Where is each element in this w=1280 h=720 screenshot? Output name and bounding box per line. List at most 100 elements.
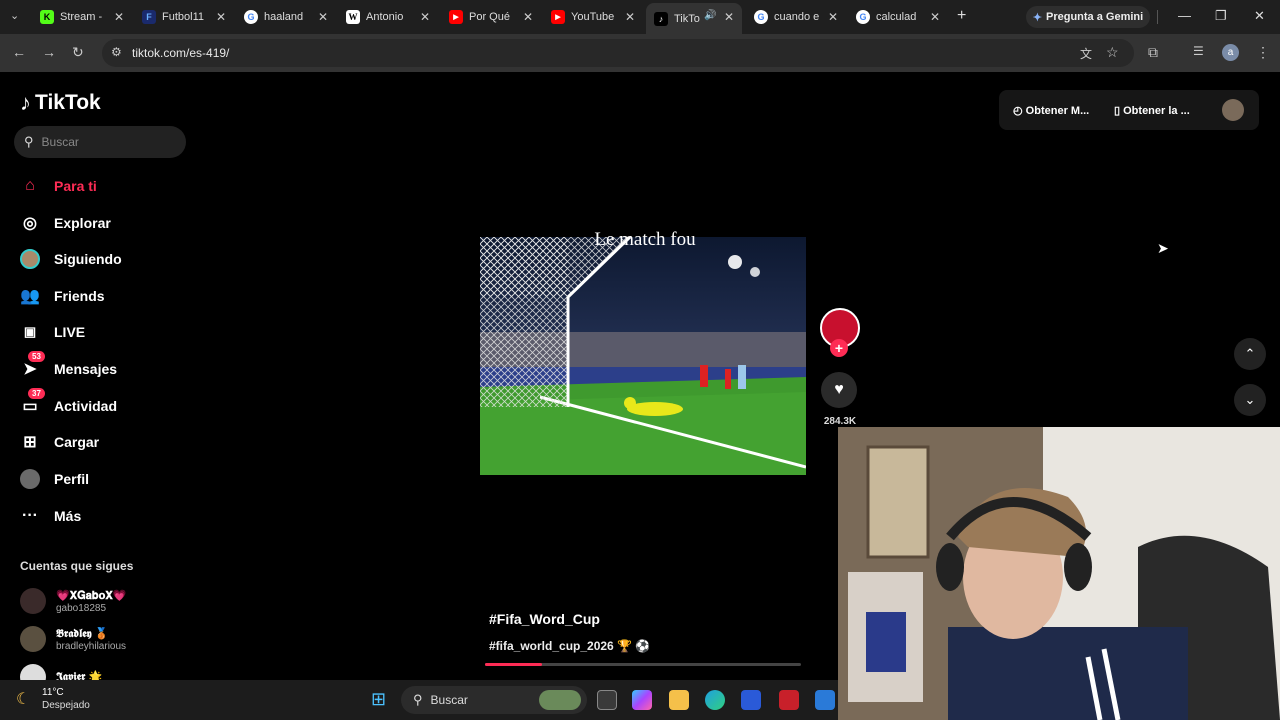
close-icon[interactable]: ✕ xyxy=(930,10,940,24)
taskbar-search[interactable]: ⚲ Buscar xyxy=(401,686,587,714)
account-handle: bradleyhilarious xyxy=(56,640,127,652)
tab-label: Futbol11 xyxy=(162,11,204,23)
video-progress-bar[interactable] xyxy=(485,663,801,666)
avatar xyxy=(20,626,46,652)
nav-item-mensajes[interactable]: ➤ 53 Mensajes xyxy=(20,351,117,379)
phone-icon: ▯ xyxy=(1114,105,1121,117)
tab-list-chevron-icon[interactable]: ⌄ xyxy=(10,9,19,22)
translate-icon[interactable]: 文 xyxy=(1080,45,1092,62)
new-tab-plus-icon[interactable]: + xyxy=(957,7,966,25)
nav-item-para-ti[interactable]: ⌂ Para ti xyxy=(20,176,97,196)
edge-icon[interactable] xyxy=(705,690,725,710)
close-icon[interactable]: ✕ xyxy=(724,10,734,24)
get-coins-button[interactable]: ◴ Obtener M... xyxy=(1013,104,1089,117)
follow-plus-icon[interactable]: + xyxy=(830,339,848,357)
tab-label: Antonio xyxy=(366,11,404,23)
close-icon[interactable]: ✕ xyxy=(523,10,533,24)
url-text[interactable]: tiktok.com/es-419/ xyxy=(132,46,229,60)
nav-item-actividad[interactable]: ▭ 37 Actividad xyxy=(20,388,117,416)
media-control-icon[interactable]: ☰ xyxy=(1193,44,1204,58)
like-heart-icon[interactable]: ♥ xyxy=(821,372,857,408)
video-player[interactable] xyxy=(480,237,806,475)
minimize-icon[interactable]: — xyxy=(1178,8,1191,23)
coin-icon: ◴ xyxy=(1013,105,1023,117)
user-avatar[interactable] xyxy=(1222,99,1244,121)
video-title[interactable]: #Fifa_Word_Cup xyxy=(489,611,600,627)
nav-item-friends[interactable]: 👥 Friends xyxy=(20,286,105,306)
nav-item-perfil[interactable]: Perfil xyxy=(20,469,89,489)
nav-item-explorar[interactable]: ◎ Explorar xyxy=(20,213,111,233)
gemini-button[interactable]: ✦ Pregunta a Gemini xyxy=(1026,6,1150,28)
live-icon: ▣ xyxy=(23,324,37,339)
chevron-down-icon[interactable]: ⌄ xyxy=(1234,384,1266,416)
mail-icon[interactable] xyxy=(815,690,835,710)
browser-profile-avatar[interactable]: a xyxy=(1222,44,1239,61)
search-icon: ⚲ xyxy=(24,134,34,149)
file-explorer-icon[interactable] xyxy=(669,690,689,710)
nav-label: Explorar xyxy=(54,215,111,231)
nav-label: Cargar xyxy=(54,434,100,450)
webcam-frame xyxy=(838,427,1280,720)
account-name: 𝕭𝖗𝖆𝖉𝖑𝖊𝖞 🥉 xyxy=(56,627,109,640)
tab-tiktok[interactable]: ♪ TikTo 🔊 ✕ xyxy=(646,3,742,34)
moon-weather-icon[interactable]: ☾ xyxy=(16,689,30,709)
home-icon: ⌂ xyxy=(25,177,35,194)
task-view-icon[interactable] xyxy=(597,690,617,710)
search-input[interactable]: ⚲ Buscar xyxy=(14,126,186,158)
search-icon: ⚲ xyxy=(413,692,423,707)
bookmark-star-icon[interactable]: ☆ xyxy=(1106,44,1119,61)
nav-item-mas[interactable]: ··· Más xyxy=(20,506,81,526)
tab-futbol11[interactable]: F Futbol11 ✕ xyxy=(142,5,226,29)
microsoft-store-icon[interactable] xyxy=(741,690,761,710)
activity-icon: ▭ 37 xyxy=(20,388,45,416)
tab-stream[interactable]: K Stream - ✕ xyxy=(40,5,124,29)
close-icon[interactable]: ✕ xyxy=(625,10,635,24)
window-close-icon[interactable]: ✕ xyxy=(1254,8,1265,24)
site-settings-icon[interactable]: ⚙ xyxy=(111,45,122,59)
followed-account[interactable]: 💗𝐗𝐆𝐚𝐛𝐨𝐗💗 gabo18285 xyxy=(20,588,127,614)
tab-haaland[interactable]: G haaland ✕ xyxy=(244,5,328,29)
nav-item-cargar[interactable]: ⊞ Cargar xyxy=(20,432,99,452)
tab-calculadora[interactable]: G calculad ✕ xyxy=(856,5,940,29)
antivirus-icon[interactable] xyxy=(779,690,799,710)
close-icon[interactable]: ✕ xyxy=(318,10,328,24)
extensions-icon[interactable]: ⧉ xyxy=(1148,44,1158,61)
close-icon[interactable]: ✕ xyxy=(828,10,838,24)
back-arrow-icon[interactable]: ← xyxy=(12,44,26,60)
tiktok-logo[interactable]: ♪ TikTok xyxy=(20,90,101,116)
restore-icon[interactable]: ❐ xyxy=(1215,8,1227,24)
account-name: 💗𝐗𝐆𝐚𝐛𝐨𝐗💗 xyxy=(56,589,127,602)
taskbar-search-label: Buscar xyxy=(430,693,468,707)
copilot-icon[interactable] xyxy=(632,690,652,710)
reload-icon[interactable]: ↻ xyxy=(72,44,84,61)
windows-start-icon[interactable]: ⊞ xyxy=(371,689,386,710)
video-overlay-text: Le match fou xyxy=(594,229,696,250)
weather-temperature[interactable]: 11°C xyxy=(42,687,64,698)
tab-youtube[interactable]: ▶ YouTube ✕ xyxy=(551,5,635,29)
tab-cuando[interactable]: G cuando e ✕ xyxy=(754,5,838,29)
close-icon[interactable]: ✕ xyxy=(216,10,226,24)
address-bar[interactable]: ⚙ tiktok.com/es-419/ 文 ☆ xyxy=(102,39,1134,67)
tab-label: cuando e xyxy=(774,11,820,23)
gemini-label: Pregunta a Gemini xyxy=(1046,11,1144,23)
forward-arrow-icon[interactable]: → xyxy=(42,44,56,60)
tab-por-que[interactable]: ▶ Por Qué ✕ xyxy=(449,5,533,29)
get-app-button[interactable]: ▯ Obtener la ... xyxy=(1114,104,1190,117)
menu-kebab-icon[interactable]: ⋮ xyxy=(1256,44,1270,61)
nav-label: LIVE xyxy=(54,324,86,340)
weather-description[interactable]: Despejado xyxy=(42,700,90,711)
tab-antonio[interactable]: W Antonio ✕ xyxy=(346,5,430,29)
futbol11-icon: F xyxy=(142,10,156,24)
video-frame xyxy=(480,237,806,475)
chevron-up-icon[interactable]: ⌃ xyxy=(1234,338,1266,370)
audio-playing-icon[interactable]: 🔊 xyxy=(704,10,716,21)
close-icon[interactable]: ✕ xyxy=(420,10,430,24)
nav-item-live[interactable]: ▣ LIVE xyxy=(20,322,85,342)
logo-text: TikTok xyxy=(35,91,101,114)
nav-item-siguiendo[interactable]: Siguiendo xyxy=(20,249,122,269)
followed-account[interactable]: 𝕭𝖗𝖆𝖉𝖑𝖊𝖞 🥉 bradleyhilarious xyxy=(20,626,126,652)
google-icon: G xyxy=(856,10,870,24)
upload-icon: ⊞ xyxy=(23,434,37,451)
close-icon[interactable]: ✕ xyxy=(114,10,124,24)
video-hashtags[interactable]: #fifa_world_cup_2026 🏆 ⚽ xyxy=(489,639,650,653)
